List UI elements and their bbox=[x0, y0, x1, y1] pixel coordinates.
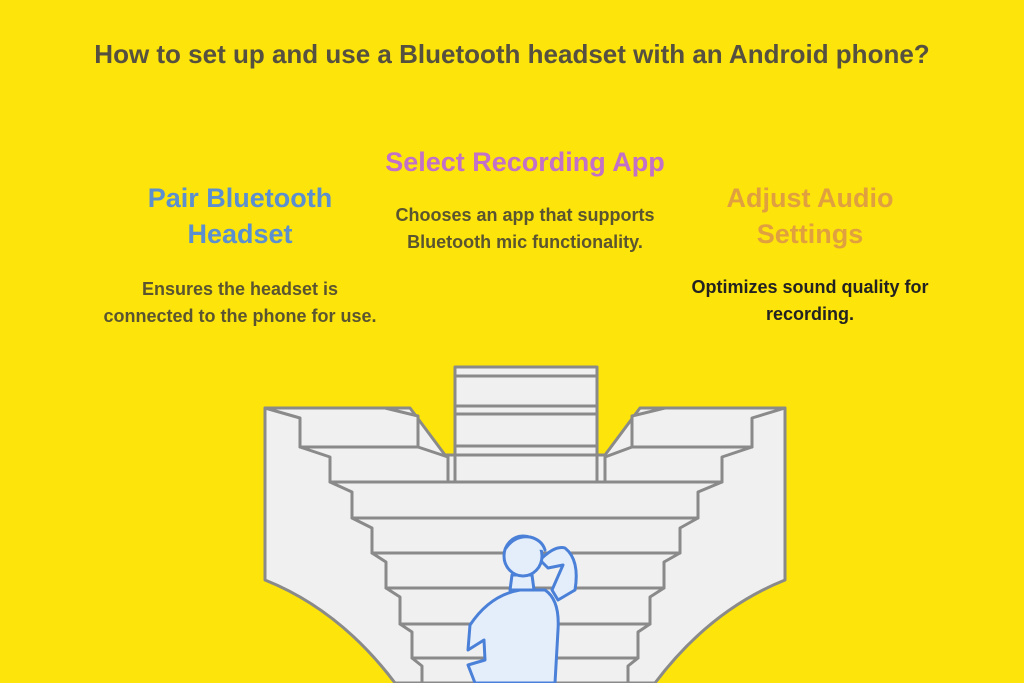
staircase-illustration bbox=[263, 365, 787, 683]
stair-1 bbox=[328, 480, 724, 520]
center-column bbox=[453, 365, 599, 484]
